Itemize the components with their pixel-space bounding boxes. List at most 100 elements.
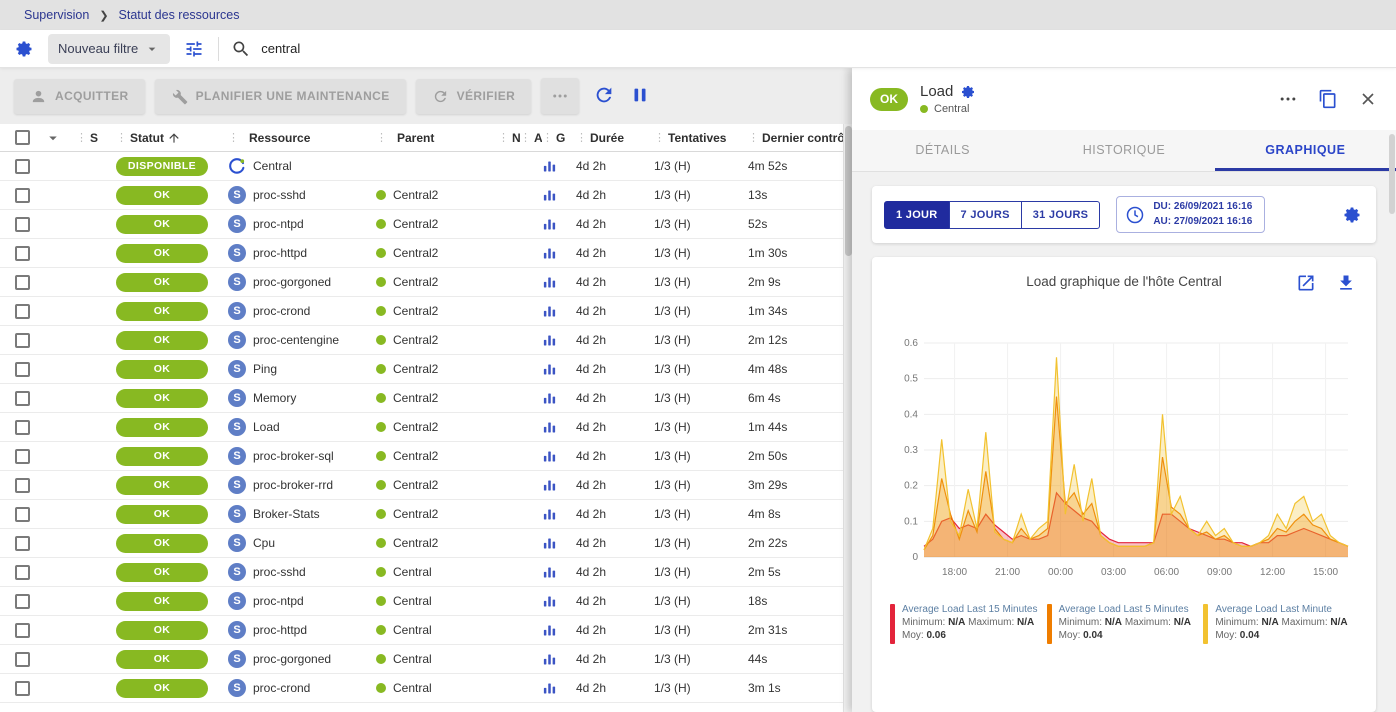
resource-name[interactable]: Central <box>253 159 292 173</box>
row-checkbox[interactable] <box>15 188 30 203</box>
graph-icon[interactable] <box>542 681 557 696</box>
resource-name[interactable]: proc-ntpd <box>253 217 304 231</box>
graph-icon[interactable] <box>542 391 557 406</box>
drag-handle-icon[interactable]: ⋮ <box>576 131 587 144</box>
row-checkbox[interactable] <box>15 594 30 609</box>
table-scrollbar-thumb[interactable] <box>845 126 852 256</box>
legend-item-1min[interactable]: Average Load Last Minute Minimum: N/A Ma… <box>1203 604 1360 644</box>
resource-name[interactable]: proc-broker-rrd <box>253 478 333 492</box>
column-header-a[interactable]: ⋮A <box>520 131 542 145</box>
column-header-statut[interactable]: ⋮Statut <box>116 131 228 145</box>
custom-date-range-button[interactable]: DU: 26/09/2021 16:16 AU: 27/09/2021 16:1… <box>1116 196 1265 233</box>
check-button[interactable]: VÉRIFIER <box>416 79 532 114</box>
chart-area[interactable]: 00.10.20.30.40.50.618:0021:0000:0003:000… <box>888 333 1360 588</box>
refresh-button[interactable] <box>593 84 615 109</box>
column-header-n[interactable]: ⋮N <box>498 131 520 145</box>
range-7-days-button[interactable]: 7 JOURS <box>949 201 1022 229</box>
range-31-days-button[interactable]: 31 JOURS <box>1021 201 1101 229</box>
graph-icon[interactable] <box>542 449 557 464</box>
copy-link-button[interactable] <box>1316 87 1340 111</box>
breadcrumb-supervision[interactable]: Supervision <box>24 8 89 22</box>
row-checkbox[interactable] <box>15 217 30 232</box>
advanced-filter-tune-button[interactable] <box>182 37 206 61</box>
resource-name[interactable]: Broker-Stats <box>253 507 320 521</box>
graph-icon[interactable] <box>542 159 557 174</box>
new-filter-dropdown[interactable]: Nouveau filtre <box>48 34 170 64</box>
row-checkbox[interactable] <box>15 478 30 493</box>
resource-name[interactable]: proc-ntpd <box>253 594 304 608</box>
graph-icon[interactable] <box>542 536 557 551</box>
drag-handle-icon[interactable]: ⋮ <box>654 131 665 144</box>
plan-maintenance-button[interactable]: PLANIFIER UNE MAINTENANCE <box>155 79 406 114</box>
row-checkbox[interactable] <box>15 304 30 319</box>
tab-details[interactable]: DÉTAILS <box>852 130 1033 171</box>
resource-name[interactable]: proc-crond <box>253 304 310 318</box>
tab-historique[interactable]: HISTORIQUE <box>1033 130 1214 171</box>
column-header-tentatives[interactable]: ⋮Tentatives <box>654 131 748 145</box>
resource-name[interactable]: proc-centengine <box>253 333 339 347</box>
resource-name[interactable]: proc-gorgoned <box>253 275 331 289</box>
row-checkbox[interactable] <box>15 449 30 464</box>
drag-handle-icon[interactable]: ⋮ <box>498 131 509 144</box>
drag-handle-icon[interactable]: ⋮ <box>376 131 387 144</box>
column-header-ressource[interactable]: ⋮Ressource <box>228 131 376 145</box>
drag-handle-icon[interactable]: ⋮ <box>748 131 759 144</box>
column-header-g[interactable]: ⋮G <box>542 131 576 145</box>
row-checkbox[interactable] <box>15 275 30 290</box>
graph-icon[interactable] <box>542 275 557 290</box>
row-checkbox[interactable] <box>15 362 30 377</box>
panel-scrollbar-thumb[interactable] <box>1389 134 1395 214</box>
row-checkbox[interactable] <box>15 565 30 580</box>
range-1-day-button[interactable]: 1 JOUR <box>884 201 950 229</box>
resource-name[interactable]: Memory <box>253 391 296 405</box>
graph-icon[interactable] <box>542 304 557 319</box>
legend-item-5min[interactable]: Average Load Last 5 Minutes Minimum: N/A… <box>1047 604 1204 644</box>
select-all-checkbox[interactable] <box>15 130 30 145</box>
graph-icon[interactable] <box>542 188 557 203</box>
graph-icon[interactable] <box>542 652 557 667</box>
drag-handle-icon[interactable]: ⋮ <box>228 131 239 144</box>
graph-icon[interactable] <box>542 594 557 609</box>
resource-name[interactable]: Cpu <box>253 536 275 550</box>
resource-name[interactable]: proc-gorgoned <box>253 652 331 666</box>
table-scrollbar[interactable] <box>843 124 852 712</box>
tab-graphique[interactable]: GRAPHIQUE <box>1215 130 1396 171</box>
export-graph-button[interactable] <box>1334 271 1358 295</box>
resource-name[interactable]: proc-sshd <box>253 188 306 202</box>
graph-icon[interactable] <box>542 333 557 348</box>
column-header-s[interactable]: ⋮S <box>70 131 116 145</box>
resource-name[interactable]: proc-broker-sql <box>253 449 334 463</box>
graph-icon[interactable] <box>542 246 557 261</box>
row-checkbox[interactable] <box>15 507 30 522</box>
acknowledge-button[interactable]: ACQUITTER <box>14 79 145 114</box>
selection-menu-caret[interactable] <box>44 129 70 147</box>
panel-more-button[interactable] <box>1276 87 1300 111</box>
open-graph-button[interactable] <box>1294 271 1318 295</box>
more-actions-button[interactable] <box>541 78 579 114</box>
column-header-dur-e[interactable]: ⋮Durée <box>576 131 654 145</box>
resource-name[interactable]: proc-httpd <box>253 623 307 637</box>
row-checkbox[interactable] <box>15 333 30 348</box>
row-checkbox[interactable] <box>15 623 30 638</box>
resource-name[interactable]: proc-crond <box>253 681 310 695</box>
graph-icon[interactable] <box>542 507 557 522</box>
resource-name[interactable]: Ping <box>253 362 277 376</box>
drag-handle-icon[interactable]: ⋮ <box>520 131 531 144</box>
breadcrumb-page[interactable]: Statut des ressources <box>119 8 240 22</box>
graph-icon[interactable] <box>542 217 557 232</box>
row-checkbox[interactable] <box>15 536 30 551</box>
drag-handle-icon[interactable]: ⋮ <box>542 131 553 144</box>
resource-name[interactable]: proc-httpd <box>253 246 307 260</box>
legend-item-15min[interactable]: Average Load Last 15 Minutes Minimum: N/… <box>890 604 1047 644</box>
filter-settings-gear-button[interactable] <box>12 37 36 61</box>
pause-auto-refresh-button[interactable] <box>629 84 651 109</box>
row-checkbox[interactable] <box>15 681 30 696</box>
search-input[interactable] <box>261 41 1386 56</box>
close-panel-button[interactable] <box>1356 87 1380 111</box>
graph-icon[interactable] <box>542 623 557 638</box>
graph-icon[interactable] <box>542 478 557 493</box>
resource-name[interactable]: proc-sshd <box>253 565 306 579</box>
row-checkbox[interactable] <box>15 246 30 261</box>
row-checkbox[interactable] <box>15 652 30 667</box>
graph-icon[interactable] <box>542 420 557 435</box>
